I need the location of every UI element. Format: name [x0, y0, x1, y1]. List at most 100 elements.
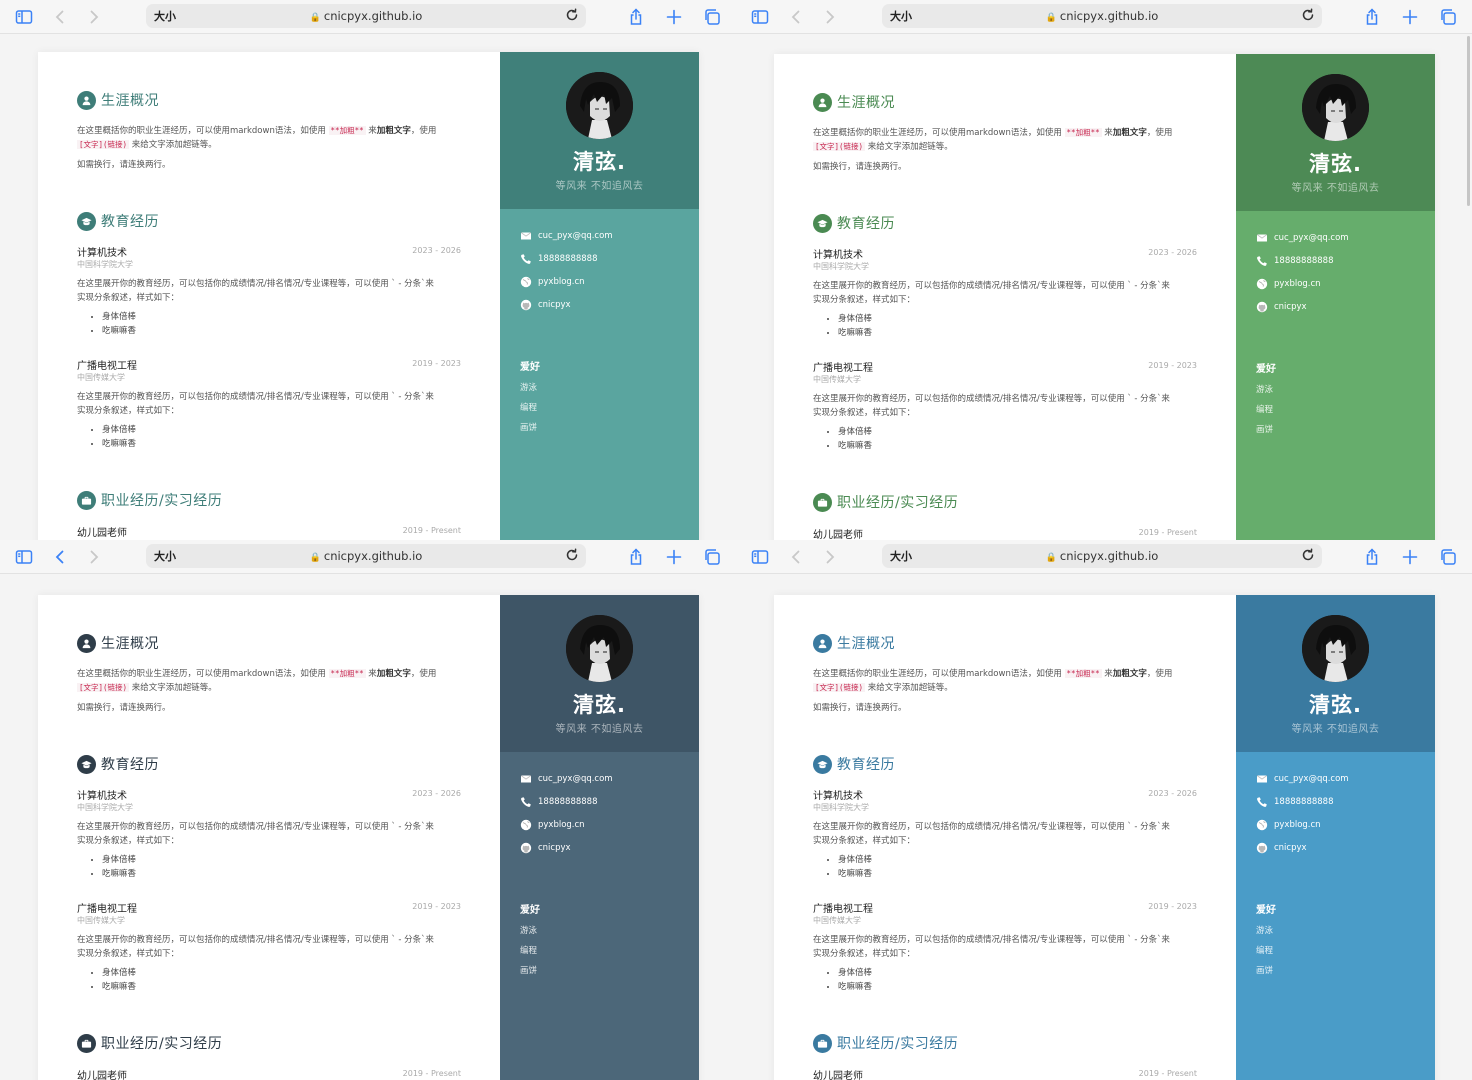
avatar	[1302, 615, 1369, 682]
contact-email[interactable]: cuc_pyx@qq.com	[520, 772, 613, 786]
sidebar-toggle-icon[interactable]	[750, 7, 770, 27]
resume-name: 清弦.	[1309, 693, 1362, 717]
contact-email[interactable]: cuc_pyx@qq.com	[1256, 231, 1349, 245]
section-title-education: 教育经历	[77, 210, 159, 232]
sidebar-toggle-icon[interactable]	[750, 547, 770, 567]
share-icon[interactable]	[626, 547, 646, 567]
contact-website[interactable]: pyxblog.cn	[520, 818, 585, 832]
phone-icon	[1256, 255, 1268, 267]
share-icon[interactable]	[1362, 7, 1382, 27]
summary-line1-c: ，使用	[410, 126, 437, 136]
education-major: 广播电视工程	[77, 361, 137, 372]
contact-github[interactable]: cnicpyx	[520, 841, 571, 855]
summary-line3: 如需换行，请连换两行。	[813, 162, 907, 172]
contact-github[interactable]: cnicpyx	[1256, 841, 1307, 855]
resume-motto: 等风来 不如追风去	[1291, 183, 1380, 194]
contact-website[interactable]: pyxblog.cn	[1256, 818, 1321, 832]
globe-icon	[520, 819, 532, 831]
resume-main: 生涯概况 在这里概括你的职业生涯经历，可以使用markdown语法，如使用 **…	[774, 595, 1236, 1080]
new-tab-icon[interactable]	[664, 547, 684, 567]
education-date: 2019 - 2023	[412, 359, 461, 368]
bold-text-sample: 加粗文字	[376, 669, 411, 679]
forward-arrow-icon[interactable]	[84, 7, 104, 27]
education-desc: 在这里展开你的教育经历，可以包括你的成绩情况/排名情况/专业课程等，可以使用 `…	[77, 933, 463, 961]
graduation-cap-icon	[813, 213, 832, 233]
list-item: 吃嘛嘛香	[838, 868, 872, 882]
section-title-work: 职业经历/实习经历	[77, 1032, 222, 1054]
summary-line1-b: 来	[1101, 669, 1113, 679]
contact-phone[interactable]: 18888888888	[520, 795, 598, 809]
reload-icon[interactable]	[1300, 547, 1316, 563]
contact-text: cnicpyx	[538, 300, 571, 310]
sidebar-toggle-icon[interactable]	[14, 7, 34, 27]
scrollbar[interactable]	[1467, 36, 1470, 206]
tab-overview-icon[interactable]	[1438, 7, 1458, 27]
section-title-work: 职业经历/实习经历	[813, 491, 958, 513]
education-desc: 在这里展开你的教育经历，可以包括你的成绩情况/排名情况/专业课程等，可以使用 `…	[77, 820, 463, 848]
tab-overview-icon[interactable]	[702, 547, 722, 567]
address-bar[interactable]: 大小 🔒 cnicpyx.github.io	[882, 544, 1322, 568]
contact-website[interactable]: pyxblog.cn	[1256, 277, 1321, 291]
contact-text: cuc_pyx@qq.com	[538, 231, 613, 241]
sidebar-body: cuc_pyx@qq.com 18888888888 pyxblog.cn cn…	[1236, 211, 1435, 540]
code-link-syntax: [文字](链接)	[77, 140, 130, 149]
section-title-summary: 生涯概况	[77, 89, 159, 111]
contact-website[interactable]: pyxblog.cn	[520, 275, 585, 289]
reload-icon[interactable]	[564, 7, 580, 23]
section-title-text: 教育经历	[101, 757, 159, 773]
sidebar-body: cuc_pyx@qq.com 18888888888 pyxblog.cn cn…	[500, 752, 699, 1080]
education-major: 计算机技术	[77, 248, 127, 259]
tab-overview-icon[interactable]	[1438, 547, 1458, 567]
work-role: 幼儿园老师	[813, 1071, 863, 1080]
contact-github[interactable]: cnicpyx	[520, 298, 571, 312]
user-icon	[813, 92, 832, 112]
envelope-icon	[1256, 232, 1268, 244]
education-major: 广播电视工程	[813, 363, 873, 374]
new-tab-icon[interactable]	[1400, 7, 1420, 27]
code-link-syntax: [文字](链接)	[77, 683, 130, 692]
phone-icon	[520, 796, 532, 808]
sidebar-toggle-icon[interactable]	[14, 547, 34, 567]
back-arrow-icon[interactable]	[50, 7, 70, 27]
hobby-item: 游泳	[520, 383, 538, 393]
share-icon[interactable]	[626, 7, 646, 27]
contact-email[interactable]: cuc_pyx@qq.com	[1256, 772, 1349, 786]
back-arrow-icon[interactable]	[786, 7, 806, 27]
back-arrow-icon[interactable]	[50, 547, 70, 567]
resume-main: 生涯概况 在这里概括你的职业生涯经历，可以使用markdown语法，如使用 **…	[774, 54, 1236, 540]
summary-text: 在这里概括你的职业生涯经历，可以使用markdown语法，如使用 **加粗** …	[813, 667, 1199, 715]
new-tab-icon[interactable]	[664, 7, 684, 27]
education-bullets: 身体倍棒 吃嘛嘛香	[830, 967, 872, 994]
education-desc-line1: 在这里展开你的教育经历，可以包括你的成绩情况/排名情况/专业课程等，可以使用 `…	[77, 822, 434, 832]
address-bar[interactable]: 大小 🔒 cnicpyx.github.io	[146, 544, 586, 568]
hobby-item: 画饼	[520, 966, 538, 976]
sidebar-header: 清弦. 等风来 不如追风去	[500, 595, 699, 752]
address-bar[interactable]: 大小 🔒 cnicpyx.github.io	[882, 4, 1322, 28]
address-bar[interactable]: 大小 🔒 cnicpyx.github.io	[146, 4, 586, 28]
resume-main: 生涯概况 在这里概括你的职业生涯经历，可以使用markdown语法，如使用 **…	[38, 595, 500, 1080]
share-icon[interactable]	[1362, 547, 1382, 567]
summary-line3: 如需换行，请连换两行。	[77, 160, 171, 170]
reload-icon[interactable]	[564, 547, 580, 563]
work-role: 幼儿园老师	[813, 530, 863, 540]
list-item: 吃嘛嘛香	[838, 440, 872, 454]
contact-github[interactable]: cnicpyx	[1256, 300, 1307, 314]
education-desc-line1: 在这里展开你的教育经历，可以包括你的成绩情况/排名情况/专业课程等，可以使用 `…	[77, 392, 434, 402]
education-date: 2019 - 2023	[412, 902, 461, 911]
contact-phone[interactable]: 18888888888	[520, 252, 598, 266]
contact-email[interactable]: cuc_pyx@qq.com	[520, 229, 613, 243]
contact-phone[interactable]: 18888888888	[1256, 254, 1334, 268]
back-arrow-icon[interactable]	[786, 547, 806, 567]
forward-arrow-icon[interactable]	[84, 547, 104, 567]
contact-phone[interactable]: 18888888888	[1256, 795, 1334, 809]
section-title-education: 教育经历	[77, 753, 159, 775]
forward-arrow-icon[interactable]	[820, 7, 840, 27]
reload-icon[interactable]	[1300, 7, 1316, 23]
education-bullets: 身体倍棒 吃嘛嘛香	[830, 426, 872, 453]
summary-line1-b: 来	[1101, 128, 1113, 138]
education-desc: 在这里展开你的教育经历，可以包括你的成绩情况/排名情况/专业课程等，可以使用 `…	[77, 390, 463, 418]
new-tab-icon[interactable]	[1400, 547, 1420, 567]
tab-overview-icon[interactable]	[702, 7, 722, 27]
forward-arrow-icon[interactable]	[820, 547, 840, 567]
hobby-item: 编程	[520, 946, 538, 956]
